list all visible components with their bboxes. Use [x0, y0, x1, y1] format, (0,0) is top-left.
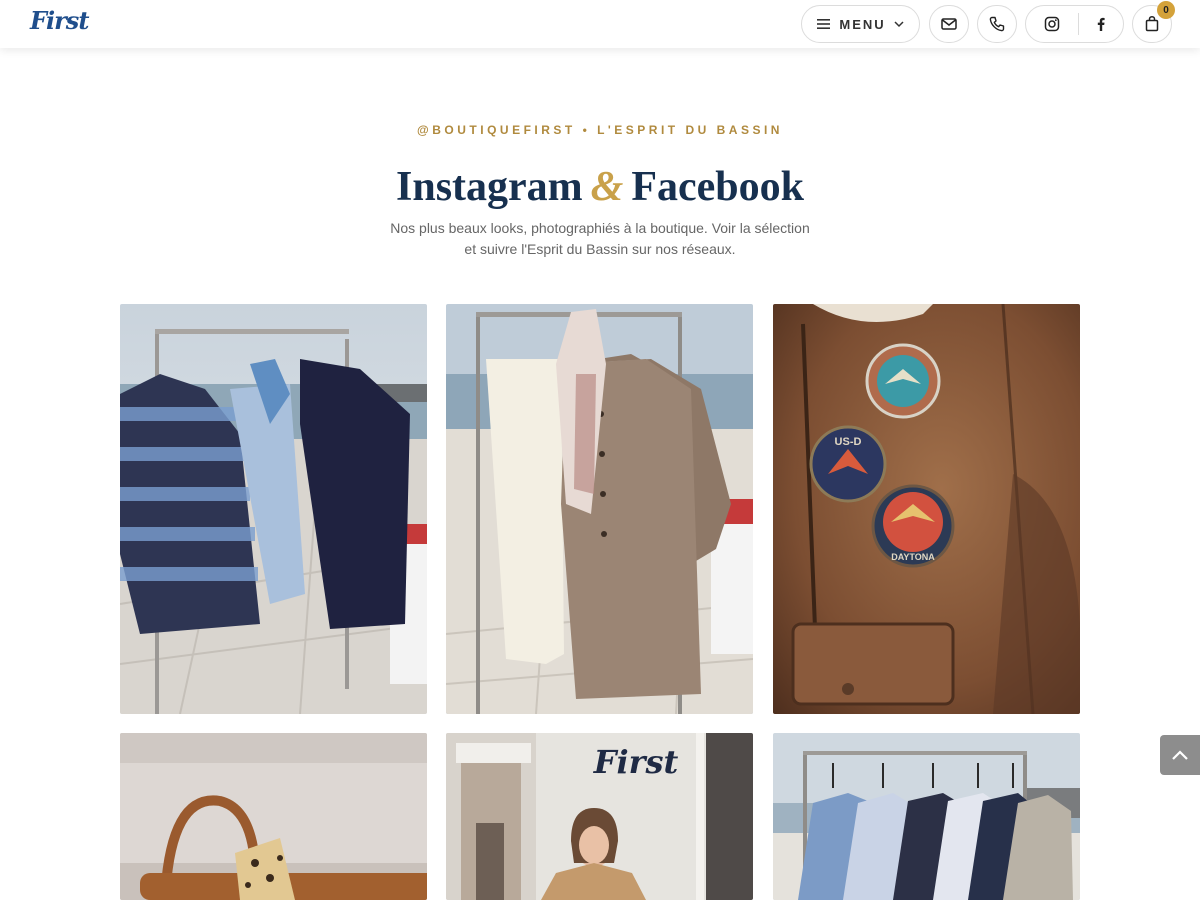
tile-leather-jacket-patches[interactable]: US-D DAYTONA	[773, 304, 1080, 714]
instagram-icon[interactable]	[1044, 16, 1060, 32]
site-header: First MENU 0	[0, 0, 1200, 48]
chevron-down-icon	[894, 21, 904, 28]
title-ampersand: &	[590, 164, 624, 210]
patch-us-d-text: US-D	[835, 436, 862, 448]
tile-vests-rack[interactable]	[773, 733, 1080, 900]
scroll-to-top-button[interactable]	[1160, 735, 1200, 775]
menu-button[interactable]: MENU	[801, 5, 920, 43]
photo-shearling-coat-rack	[446, 304, 753, 714]
title-facebook: Facebook	[631, 164, 804, 210]
social-divider	[1078, 13, 1079, 35]
chevron-up-icon	[1172, 750, 1188, 760]
photo-leather-bag	[120, 733, 427, 900]
menu-label: MENU	[839, 16, 886, 32]
hamburger-icon	[817, 19, 831, 29]
cart-button[interactable]: 0	[1132, 1, 1175, 43]
patch-daytona-text: DAYTONA	[891, 552, 935, 562]
phone-button[interactable]	[977, 5, 1017, 43]
title-instagram: Instagram	[396, 164, 583, 210]
section-subtitle: Nos plus beaux looks, photographiés à la…	[390, 220, 810, 257]
phone-icon	[989, 16, 1005, 32]
photo-vests-rack	[773, 733, 1080, 900]
photo-checked-jacket-rack	[120, 304, 427, 714]
tile-leather-bag[interactable]	[120, 733, 427, 900]
site-logo[interactable]: First	[30, 6, 89, 35]
mail-button[interactable]	[929, 5, 969, 43]
tile-shearling-coat-rack[interactable]	[446, 304, 753, 714]
tile-checked-jacket-rack[interactable]	[120, 304, 427, 714]
tile-boutique-woman[interactable]: First	[446, 733, 753, 900]
social-links	[1025, 5, 1124, 43]
section-eyebrow: @BOUTIQUEFIRST • L'ESPRIT DU BASSIN	[417, 123, 783, 137]
patch-daytona: DAYTONA	[871, 484, 955, 568]
patch-eagle	[865, 343, 941, 419]
patch-us-d: US-D	[809, 425, 887, 503]
shopping-bag-icon	[1145, 16, 1159, 32]
boutique-sign-text: First	[593, 743, 679, 781]
photo-leather-jacket: US-D DAYTONA	[773, 304, 1080, 714]
section-title: Instagram & Facebook	[0, 163, 1200, 211]
facebook-icon[interactable]	[1097, 17, 1105, 31]
cart-count-badge: 0	[1157, 1, 1175, 19]
mail-icon	[941, 18, 957, 30]
photo-boutique-woman: First	[446, 733, 753, 900]
